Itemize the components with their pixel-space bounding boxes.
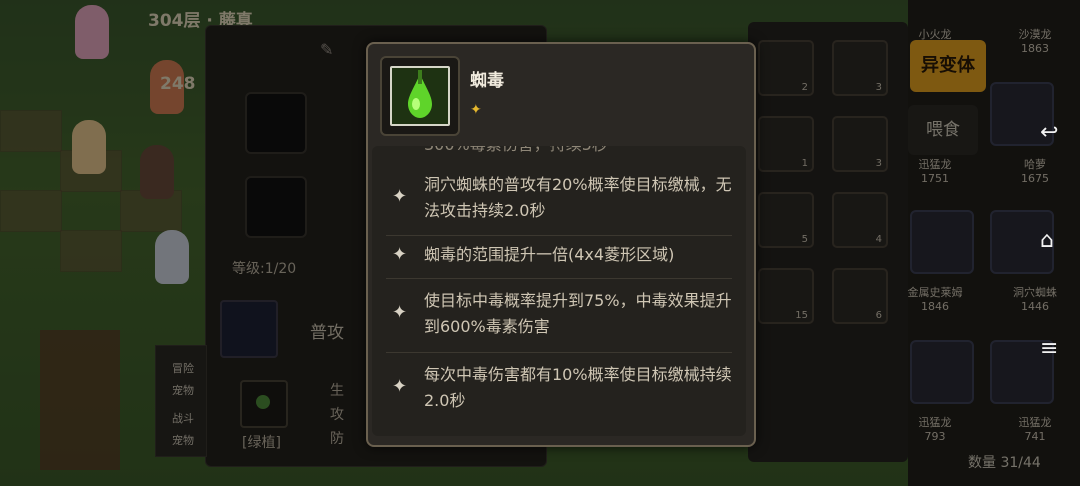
cutoff-text: 300%毒素伤害，持续5秒 xyxy=(424,146,734,158)
effect-list[interactable]: 300%毒素伤害，持续5秒 ✦ 洞穴蜘蛛的普攻有20%概率使目标缴械，无法攻击持… xyxy=(372,146,746,436)
menu-icon[interactable]: ≡ xyxy=(1040,336,1058,361)
venom-icon xyxy=(390,66,450,126)
item-title: 蜘毒 xyxy=(470,71,504,91)
venom-drop-icon xyxy=(392,68,448,124)
divider xyxy=(386,278,732,279)
effect-text: 洞穴蜘蛛的普攻有20%概率使目标缴械，无法攻击持续2.0秒 xyxy=(424,175,732,220)
divider xyxy=(386,235,732,236)
rarity-star-icon: ✦ xyxy=(470,102,482,118)
home-icon[interactable]: ⌂ xyxy=(1040,228,1054,253)
effect-text: 使目标中毒概率提升到75%，中毒效果提升到600%毒素伤害 xyxy=(424,291,732,336)
effect-text: 每次中毒伤害都有10%概率使目标缴械持续2.0秒 xyxy=(424,365,732,410)
effect-star-icon: ✦ xyxy=(392,186,408,207)
effect-text: 蜘毒的范围提升一倍(4x4菱形区域) xyxy=(424,245,675,264)
divider xyxy=(386,352,732,353)
effect-star-icon: ✦ xyxy=(392,376,408,397)
effect-star-icon: ✦ xyxy=(392,244,408,265)
back-icon[interactable]: ↩ xyxy=(1040,120,1058,145)
effect-star-icon: ✦ xyxy=(392,302,408,323)
